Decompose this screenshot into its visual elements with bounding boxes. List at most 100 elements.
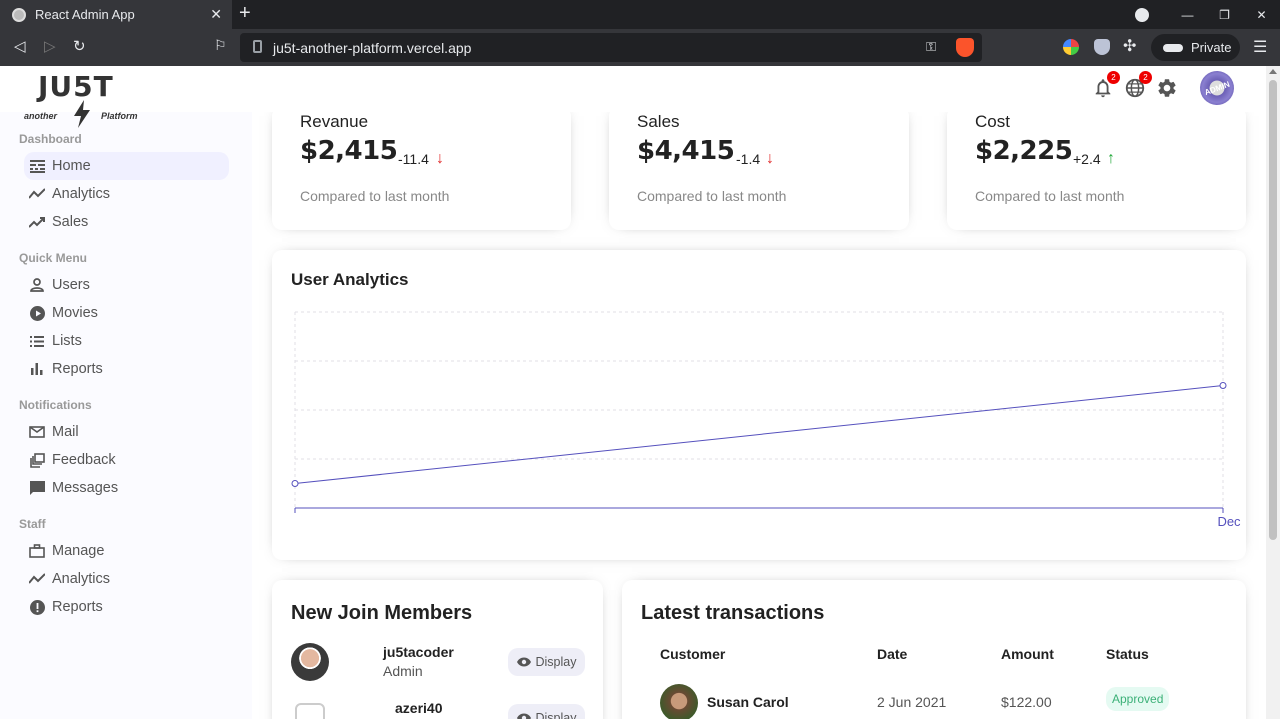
forward-icon[interactable]: ▷ — [44, 37, 56, 55]
featured-subtitle: Compared to last month — [975, 188, 1125, 204]
extension-icon[interactable] — [1063, 39, 1079, 55]
language-icon[interactable]: 2 — [1124, 71, 1152, 99]
sidebar-section-dashboard: Dashboard — [19, 132, 82, 146]
sidebar-item-staff-analytics[interactable]: Analytics — [24, 565, 229, 593]
featured-money: $4,415 — [637, 136, 735, 166]
tab-close-icon[interactable]: ✕ — [210, 6, 222, 23]
featured-subtitle: Compared to last month — [300, 188, 450, 204]
sidebar-item-lists[interactable]: Lists — [24, 327, 229, 355]
person-outline-icon — [29, 277, 45, 293]
featured-rate: -11.4 — [398, 151, 429, 167]
widget-title: New Join Members — [291, 602, 473, 624]
restore-button[interactable]: ❐ — [1206, 8, 1243, 22]
shield-icon[interactable] — [1094, 39, 1110, 55]
sidebar-item-label: Sales — [52, 214, 89, 230]
sidebar-item-messages[interactable]: Messages — [24, 474, 229, 502]
sidebar-item-home[interactable]: Home — [24, 152, 229, 180]
dynamic-feed-icon — [29, 452, 45, 468]
globe-icon — [12, 7, 26, 22]
browser-menu-icon[interactable]: ☰ — [1253, 37, 1267, 57]
status-badge[interactable]: Approved — [1106, 687, 1170, 711]
back-icon[interactable]: ◁ — [14, 37, 26, 55]
top-bar: 2 2 ADMIN — [0, 66, 1266, 112]
member-avatar — [291, 643, 329, 681]
admin-avatar[interactable]: ADMIN — [1195, 66, 1239, 110]
column-header-date: Date — [877, 646, 908, 662]
chart-x-tick-label: Dec — [1217, 514, 1241, 529]
private-window-badge[interactable]: Private — [1151, 34, 1240, 61]
sidebar-item-label: Home — [52, 158, 91, 174]
sidebar-item-analytics[interactable]: Analytics — [24, 180, 229, 208]
brave-shield-icon[interactable] — [956, 38, 974, 57]
user-analytics-card: User Analytics Dec — [272, 250, 1246, 560]
app-logo[interactable]: JU5T another Platform — [24, 70, 144, 128]
bookmark-icon[interactable]: ⚐ — [214, 37, 227, 54]
featured-card-cost: Cost $2,225 +2.4 ↑ Compared to last mont… — [947, 106, 1246, 230]
transaction-amount: $122.00 — [1001, 694, 1052, 710]
incognito-icon — [1163, 43, 1183, 52]
member-avatar — [295, 703, 325, 719]
chart-series-line — [294, 385, 1224, 484]
transaction-date: 2 Jun 2021 — [877, 694, 947, 710]
key-icon[interactable]: ⚿ — [926, 39, 936, 55]
eye-icon — [516, 657, 531, 667]
sidebar-item-feedback[interactable]: Feedback — [24, 446, 229, 474]
chart-point — [1219, 382, 1227, 389]
sidebar-item-label: Mail — [52, 424, 79, 440]
sidebar-item-movies[interactable]: Movies — [24, 299, 229, 327]
lock-icon — [253, 40, 262, 53]
sidebar-item-label: Messages — [52, 480, 119, 496]
sidebar-item-sales[interactable]: Sales — [24, 208, 229, 236]
minimize-button[interactable]: — — [1169, 8, 1206, 22]
sidebar-section-staff: Staff — [19, 517, 46, 531]
line-style-icon — [29, 158, 45, 174]
member-name: ju5tacoder — [383, 644, 454, 660]
page-scrollbar[interactable] — [1266, 66, 1280, 719]
avatar-text: ADMIN — [1203, 79, 1231, 97]
sidebar-item-label: Reports — [52, 361, 103, 377]
puzzle-icon[interactable]: ✣ — [1123, 36, 1136, 56]
eye-icon — [516, 713, 531, 719]
trending-up-icon — [29, 214, 45, 230]
customer-name: Susan Carol — [707, 694, 789, 710]
featured-rate: +2.4 — [1073, 151, 1101, 167]
sidebar-item-users[interactable]: Users — [24, 271, 229, 299]
app-root: 2 2 ADMIN JU5T another Platform Dashboar… — [0, 66, 1266, 719]
private-label: Private — [1191, 40, 1232, 55]
sidebar-section-notifications: Notifications — [19, 398, 92, 412]
featured-rate: -1.4 — [736, 151, 761, 167]
scrollbar-thumb[interactable] — [1269, 80, 1277, 540]
settings-gear-icon[interactable] — [1156, 77, 1178, 99]
mail-outline-icon — [29, 424, 45, 440]
display-button[interactable]: Display — [508, 704, 585, 719]
url-text[interactable]: ju5t-another-platform.vercel.app — [273, 40, 471, 56]
reload-icon[interactable]: ↻ — [73, 37, 86, 55]
sidebar-item-reports[interactable]: Reports — [24, 355, 229, 383]
report-icon — [29, 599, 45, 615]
play-circle-icon — [29, 305, 45, 321]
sidebar-item-mail[interactable]: Mail — [24, 418, 229, 446]
featured-title: Sales — [637, 112, 680, 131]
downloads-icon[interactable] — [1135, 7, 1149, 22]
browser-tab-bar: React Admin App ✕ + — ❐ ✕ — [0, 0, 1280, 29]
featured-title: Cost — [975, 112, 1010, 131]
member-name: azeri40 — [395, 700, 443, 716]
notifications-icon[interactable]: 2 — [1092, 71, 1120, 99]
chart-point — [291, 480, 299, 487]
sidebar-item-label: Manage — [52, 543, 105, 559]
sidebar-section-quick-menu: Quick Menu — [19, 251, 88, 265]
sidebar-item-manage[interactable]: Manage — [24, 537, 229, 565]
list-icon — [29, 333, 45, 349]
new-members-widget: New Join Members ju5tacoder Admin Displa… — [272, 580, 603, 719]
member-item: azeri40 Display — [291, 699, 591, 719]
window-close-button[interactable]: ✕ — [1243, 8, 1280, 22]
browser-tab[interactable]: React Admin App ✕ — [0, 0, 232, 29]
sidebar-item-staff-reports[interactable]: Reports — [24, 593, 229, 621]
display-label: Display — [535, 655, 577, 669]
new-tab-button[interactable]: + — [239, 3, 251, 23]
sidebar-item-label: Lists — [52, 333, 82, 349]
column-header-amount: Amount — [1001, 646, 1054, 662]
address-bar[interactable]: ju5t-another-platform.vercel.app ⚿ — [240, 33, 982, 62]
display-button[interactable]: Display — [508, 648, 585, 676]
scroll-up-icon[interactable] — [1269, 69, 1277, 74]
